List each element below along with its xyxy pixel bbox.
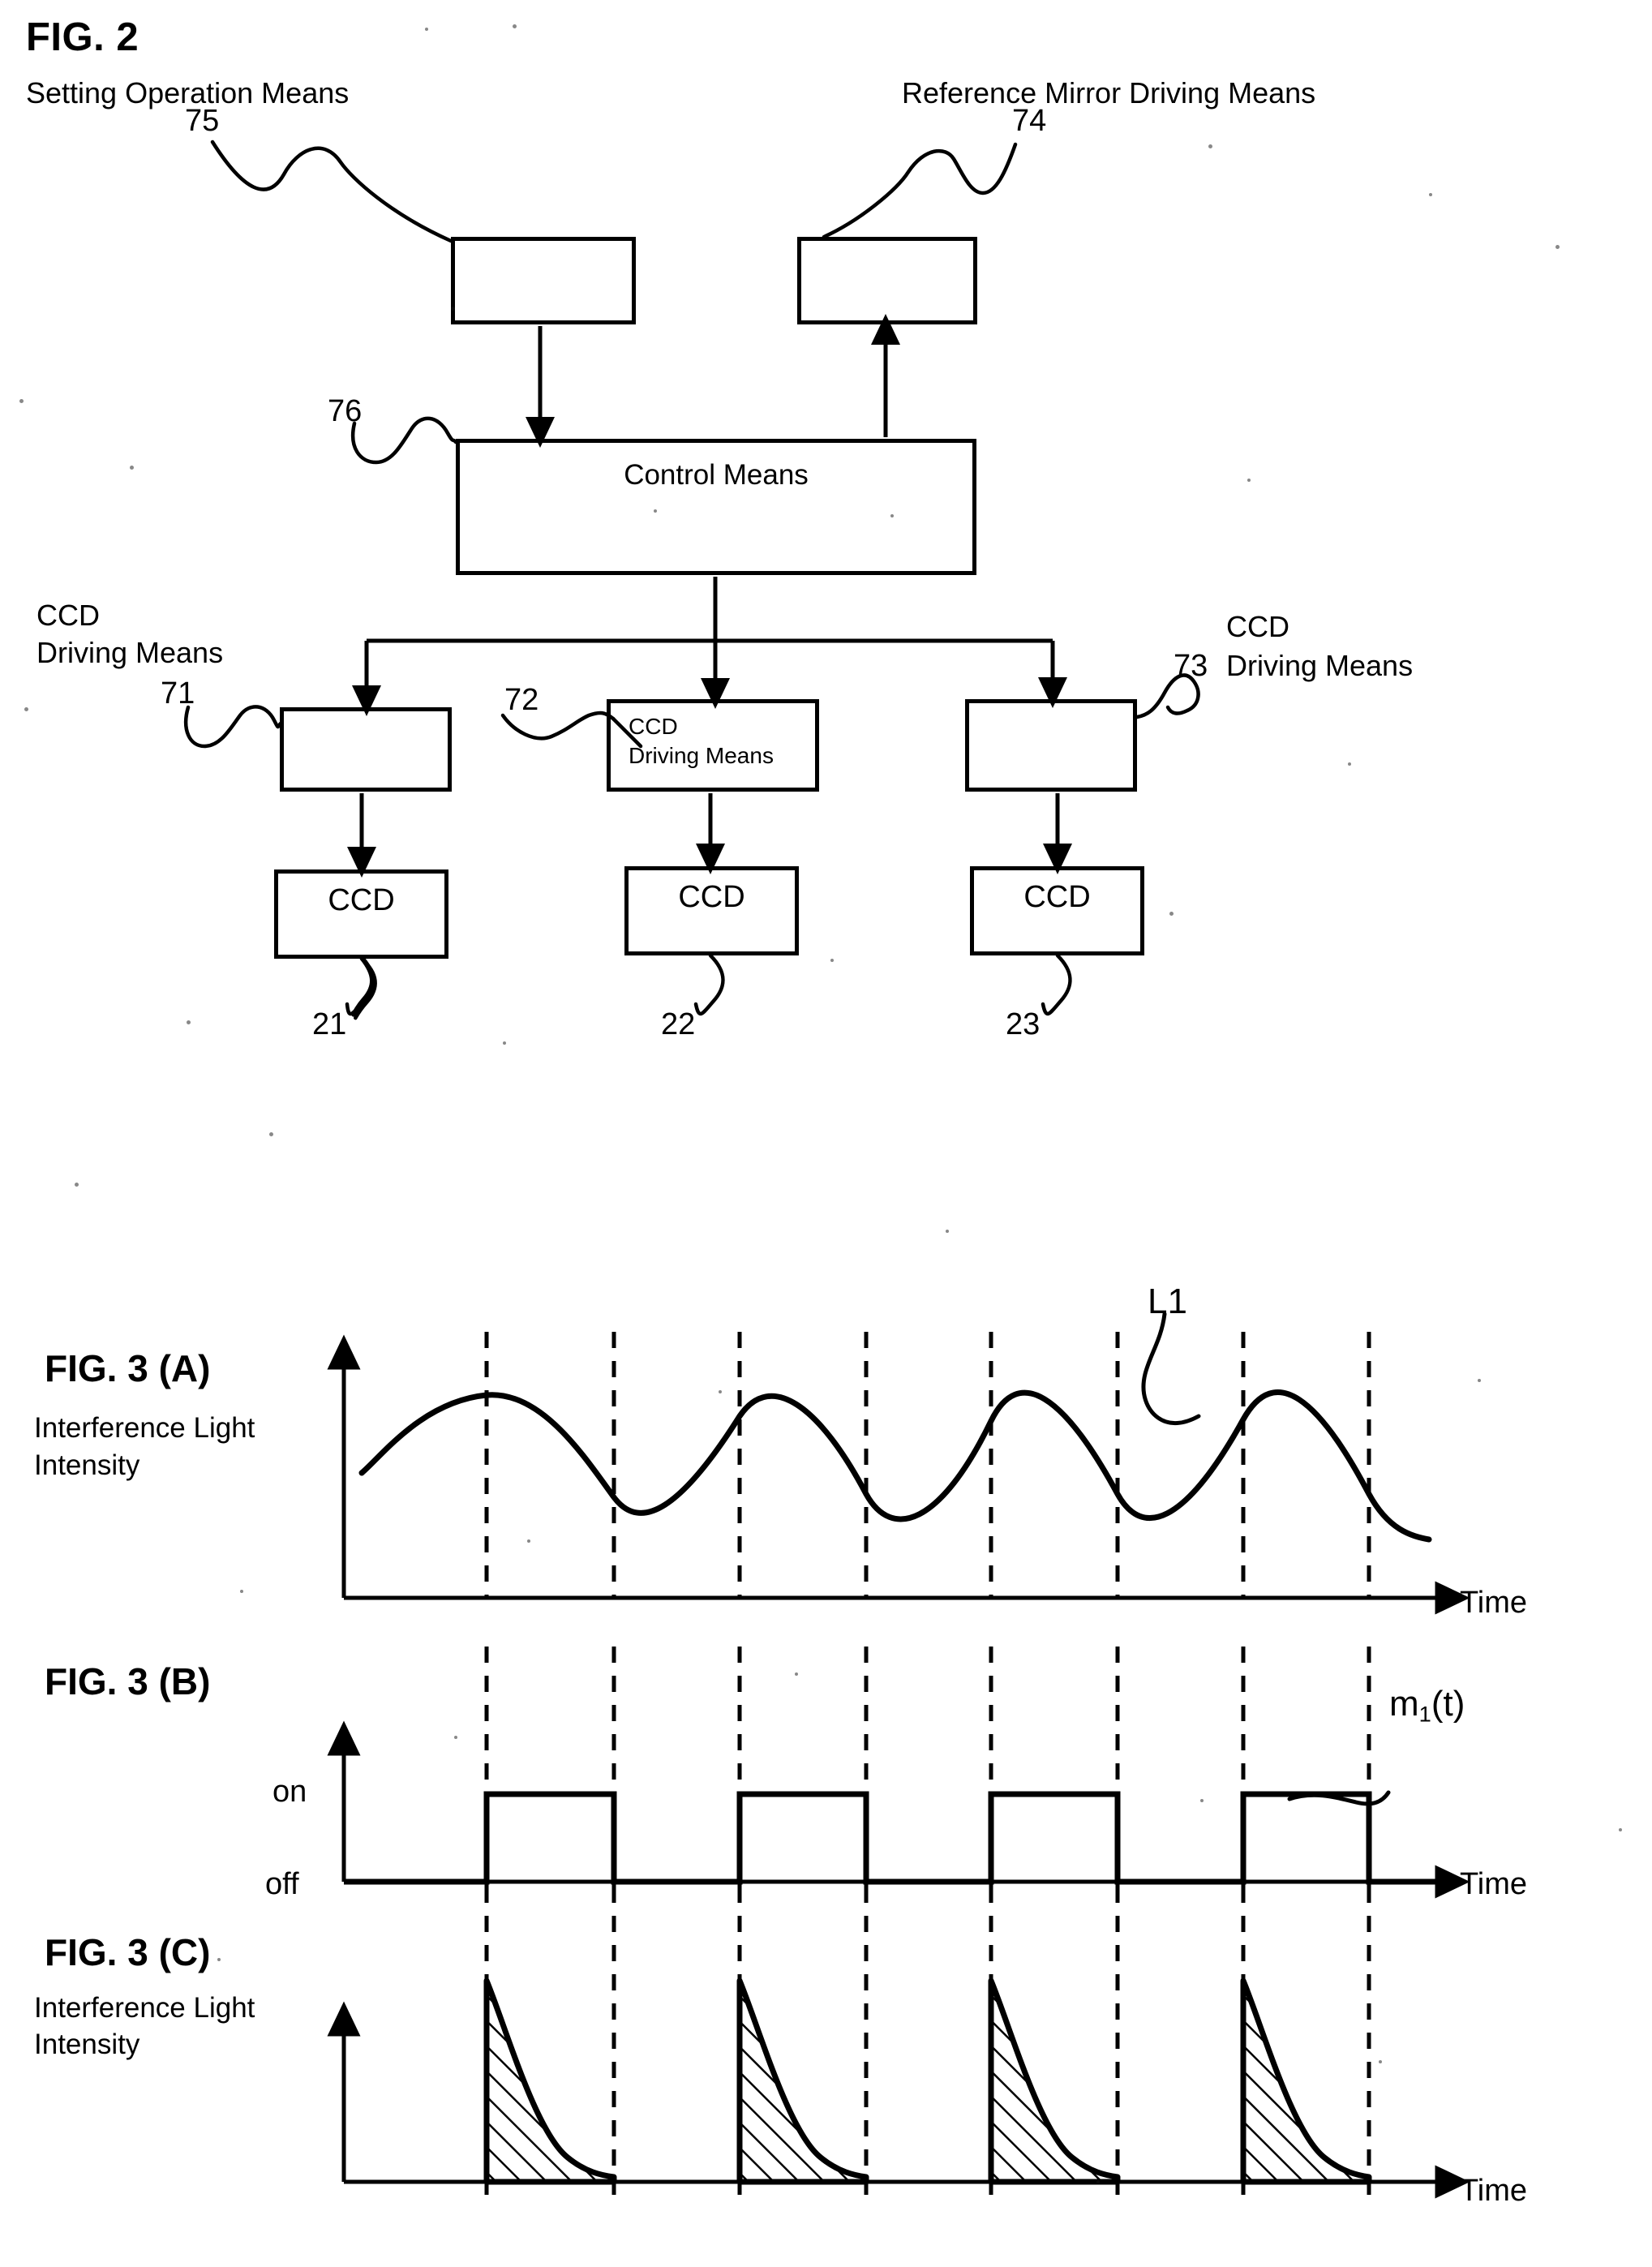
patent-figure-page: FIG. 2 Setting Operation Means 75 Refere… [0, 0, 1652, 2267]
fig3c-lobe-1 [483, 1977, 617, 2185]
scan-speck [269, 1132, 273, 1136]
scan-speck [19, 399, 24, 403]
scan-speck [795, 1672, 798, 1676]
fig2-connectors [183, 140, 1200, 1020]
scan-speck [719, 1390, 722, 1393]
fig3a-gridlines [484, 1332, 1371, 1596]
scan-speck [1208, 144, 1212, 148]
scan-speck [1429, 193, 1432, 196]
scan-speck [24, 707, 28, 711]
scan-speck [75, 1183, 79, 1187]
scan-speck [1247, 479, 1251, 482]
scan-speck [1478, 1379, 1481, 1382]
scan-speck [240, 1590, 243, 1593]
fig3c-lobe-3 [988, 1977, 1121, 2185]
fig3c-plot [327, 1887, 1470, 2206]
scan-speck [1555, 245, 1560, 249]
fig3a-plot [327, 1312, 1470, 1615]
scan-speck [187, 1020, 191, 1024]
fig3a-l1-leader [1141, 1312, 1201, 1425]
scan-speck [425, 28, 428, 31]
scan-speck [946, 1230, 949, 1233]
scan-speck [451, 307, 455, 311]
fig3b-square-wave [344, 1791, 1435, 1885]
scan-speck [503, 1041, 506, 1045]
fig3a-curve-l1 [358, 1389, 1432, 1543]
scan-speck [527, 1539, 530, 1543]
fig3b-plot [327, 1647, 1470, 1899]
scan-speck [454, 1736, 457, 1739]
scan-speck [217, 1958, 221, 1961]
scan-speck [1200, 1799, 1204, 1802]
scan-speck [130, 466, 134, 470]
scan-speck [1379, 2060, 1382, 2063]
fig3c-gridlines [484, 1887, 1371, 2206]
fig3b-gridlines [484, 1647, 1371, 1898]
scan-speck [1348, 762, 1351, 766]
scan-speck [890, 514, 894, 517]
fig3c-lobe-4 [1240, 1977, 1372, 2185]
scan-speck [1096, 2180, 1100, 2183]
scan-speck [1169, 912, 1174, 916]
scan-speck [513, 24, 517, 28]
scan-speck [654, 509, 657, 513]
fig3c-hatched-lobes [483, 1977, 1372, 2185]
fig3c-lobe-2 [736, 1977, 869, 2185]
scan-speck [1619, 1828, 1622, 1831]
scan-speck [830, 959, 834, 962]
